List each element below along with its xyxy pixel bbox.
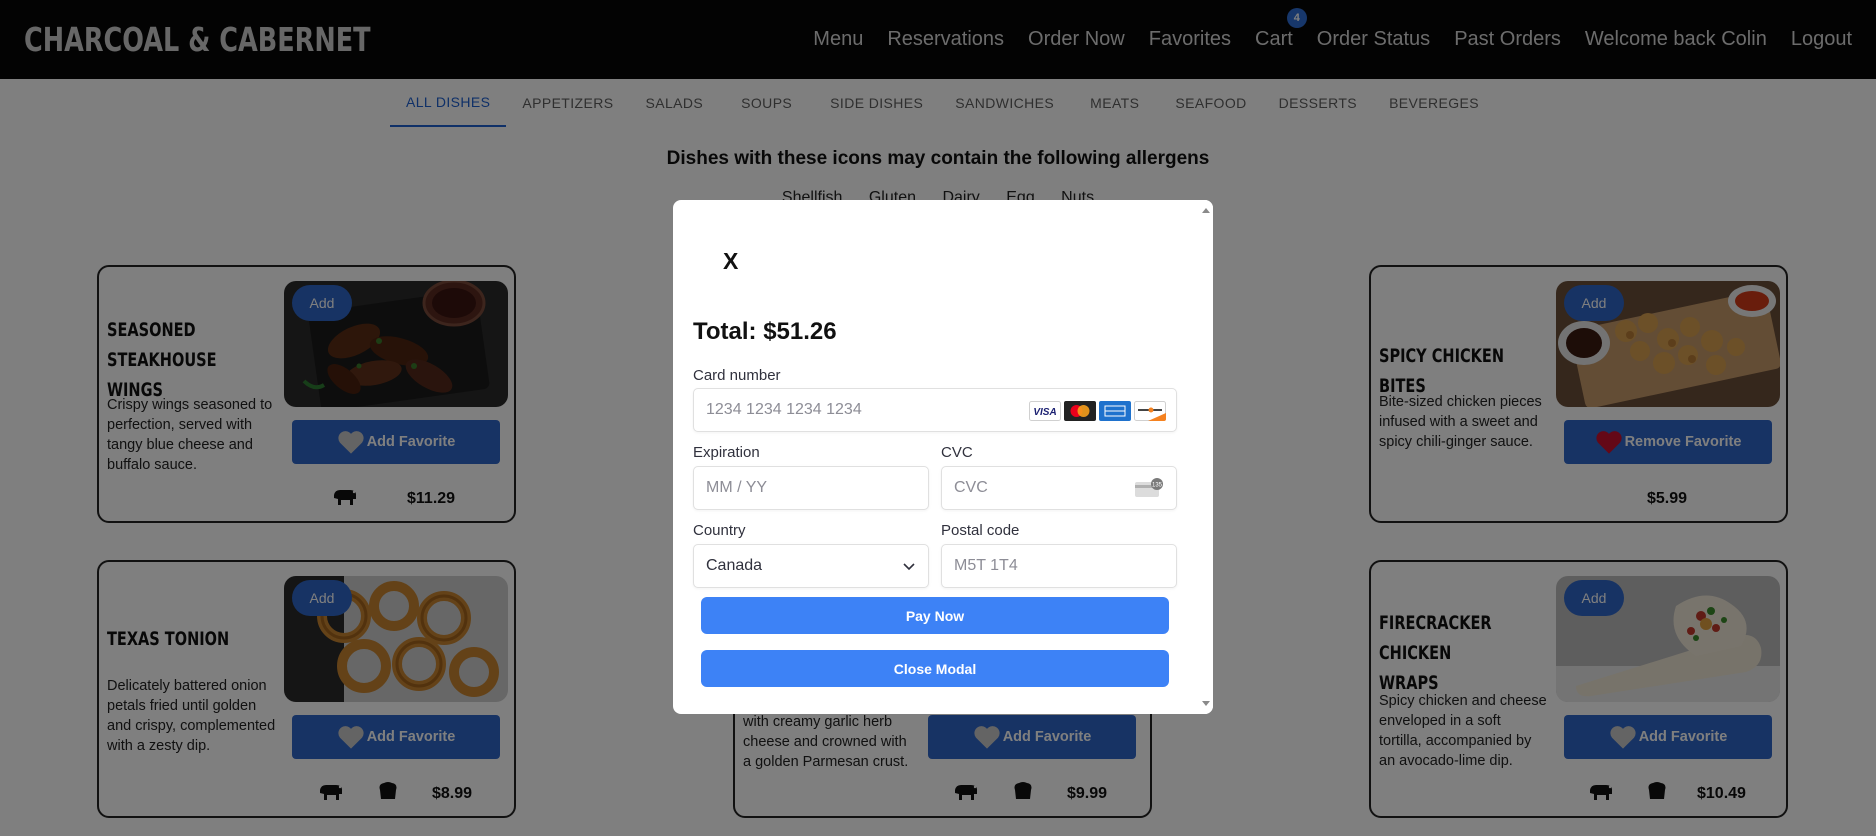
expiration-label: Expiration xyxy=(693,444,760,461)
svg-text:135: 135 xyxy=(1152,483,1163,489)
card-number-label: Card number xyxy=(693,367,781,384)
payment-modal: X Total: $51.26 Card number 1234 1234 12… xyxy=(673,200,1213,714)
country-select[interactable]: Canada xyxy=(693,544,929,588)
scroll-down-arrow-icon[interactable] xyxy=(1202,701,1210,706)
close-modal-button[interactable]: Close Modal xyxy=(701,650,1169,687)
postal-code-input[interactable]: M5T 1T4 xyxy=(941,544,1177,588)
svg-text:VISA: VISA xyxy=(1033,407,1056,418)
visa-logo: VISA xyxy=(1029,401,1061,421)
modal-close-x[interactable]: X xyxy=(723,248,738,275)
postal-code-placeholder: M5T 1T4 xyxy=(954,557,1018,574)
expiration-placeholder: MM / YY xyxy=(706,479,768,496)
order-total: Total: $51.26 xyxy=(693,318,837,345)
country-label: Country xyxy=(693,522,746,539)
scroll-up-arrow-icon[interactable] xyxy=(1202,208,1210,213)
card-number-input[interactable]: 1234 1234 1234 1234 VISA xyxy=(693,388,1177,432)
card-number-placeholder: 1234 1234 1234 1234 xyxy=(706,401,862,418)
cvc-card-icon: 135 xyxy=(1135,478,1163,497)
cvc-placeholder: CVC xyxy=(954,479,988,496)
country-value: Canada xyxy=(706,557,763,574)
modal-scrollbar[interactable] xyxy=(1198,200,1213,714)
mastercard-logo xyxy=(1064,401,1096,421)
amex-logo xyxy=(1099,401,1131,421)
cvc-input[interactable]: CVC 135 xyxy=(941,466,1177,510)
cvc-label: CVC xyxy=(941,444,973,461)
discover-logo xyxy=(1134,401,1166,421)
chevron-down-icon xyxy=(903,563,915,571)
expiration-input[interactable]: MM / YY xyxy=(693,466,929,510)
card-brand-logos: VISA xyxy=(1029,401,1166,421)
pay-now-button[interactable]: Pay Now xyxy=(701,597,1169,634)
postal-code-label: Postal code xyxy=(941,522,1020,539)
